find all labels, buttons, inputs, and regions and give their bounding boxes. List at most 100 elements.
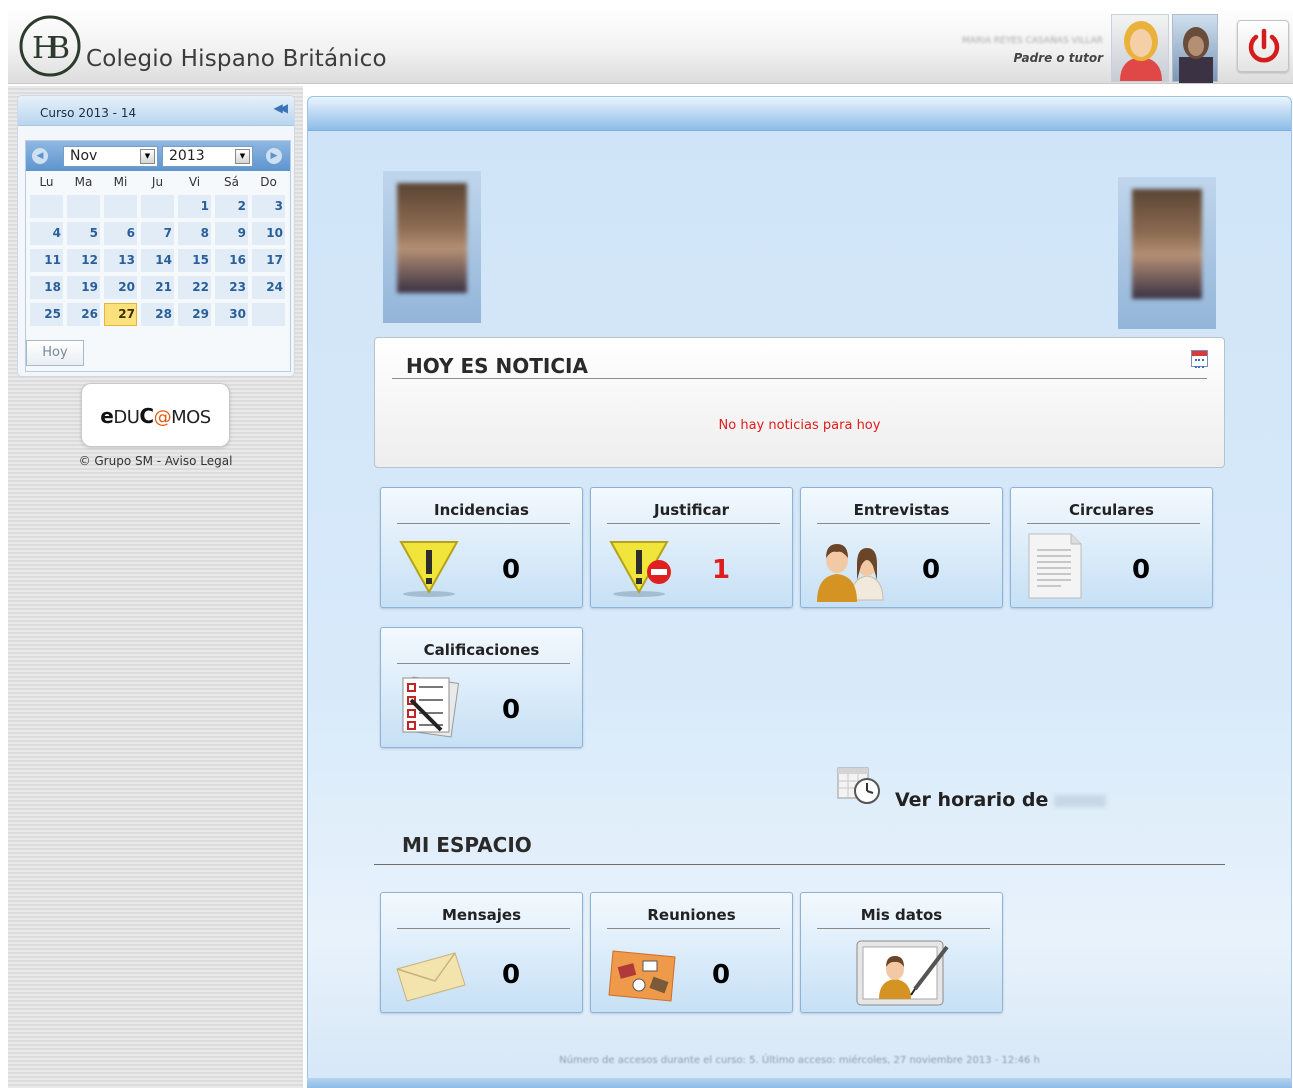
tile-justificar[interactable]: Justificar 1 [590, 487, 793, 608]
day-number: 9 [237, 226, 246, 240]
calendar-day[interactable]: 5 [65, 220, 102, 247]
calendar-day[interactable]: 19 [65, 274, 102, 301]
tile-reuniones[interactable]: Reuniones 0 [590, 892, 793, 1013]
day-number: 17 [266, 253, 283, 267]
calendar-grid: Lu Ma Mi Ju Vi Sá Do 1 2 3 4 5 6 7 8 9 10 11 12 13 14 15 16 17 1… [26, 171, 290, 328]
calendar-day[interactable]: 4 [28, 220, 65, 247]
day-number: 29 [192, 307, 209, 321]
calendar-day[interactable]: 3 [250, 193, 287, 220]
school-name: Colegio Hispano Británico [86, 46, 387, 72]
logout-button[interactable] [1237, 20, 1289, 72]
calendar-day[interactable]: 1 [176, 193, 213, 220]
student-face [397, 183, 467, 293]
double-chevron-left-icon[interactable]: ◀◀ [274, 101, 289, 115]
next-month-icon[interactable]: ▶ [266, 148, 282, 164]
educamos-logo[interactable]: eDUC@MOS [81, 383, 230, 447]
legal-link[interactable]: © Grupo SM - Aviso Legal [8, 454, 303, 468]
main-header-bar [308, 97, 1291, 131]
student-photo-1[interactable] [383, 171, 481, 323]
weekday-header: Lu [39, 175, 54, 189]
course-label: Curso 2013 - 14 [40, 106, 137, 120]
prev-month-icon[interactable]: ◀ [32, 148, 48, 164]
tile-entrevistas[interactable]: Entrevistas 0 [800, 487, 1003, 608]
my-space-title: MI ESPACIO [402, 833, 532, 857]
brand-part: e [100, 404, 114, 428]
brand-part: MOS [171, 407, 211, 428]
calendar-empty-cell [250, 301, 287, 328]
calendar-day[interactable]: 7 [139, 220, 176, 247]
user-name: MARIA REYES CASAÑAS VILLAR [962, 36, 1103, 46]
calendar-day[interactable]: 29 [176, 301, 213, 328]
tile-label: Mis datos [860, 906, 943, 924]
brand-part: C [139, 404, 154, 428]
tile-count: 0 [501, 555, 521, 585]
month-value: Nov [70, 148, 98, 164]
calendar-day[interactable]: 20 [102, 274, 139, 301]
schedule-label[interactable]: Ver horario de [895, 789, 1107, 811]
weekday-header: Sá [224, 175, 239, 189]
chevron-down-icon: ▼ [235, 149, 250, 164]
calendar-day[interactable]: 21 [139, 274, 176, 301]
calendar-day[interactable]: 27 [102, 301, 139, 328]
news-title: HOY ES NOTICIA [406, 354, 588, 378]
tile-label: Circulares [1069, 501, 1154, 519]
weekday-header: Do [260, 175, 277, 189]
day-number: 11 [44, 253, 61, 267]
month-select[interactable]: Nov ▼ [63, 146, 158, 167]
day-number: 8 [200, 226, 209, 240]
calendar-day[interactable]: 12 [65, 247, 102, 274]
year-select[interactable]: 2013 ▼ [162, 146, 253, 167]
day-number: 24 [266, 280, 283, 294]
school-logo: H B [19, 15, 81, 77]
bottom-bar [307, 1078, 1292, 1088]
day-number: 7 [163, 226, 172, 240]
calendar-day[interactable]: 16 [213, 247, 250, 274]
student-photo-2[interactable] [1118, 177, 1216, 329]
news-empty-message: No hay noticias para hoy [718, 418, 881, 433]
parent-avatar[interactable] [1111, 14, 1169, 82]
calendar-day[interactable]: 10 [250, 220, 287, 247]
calendar-day[interactable]: 23 [213, 274, 250, 301]
course-panel: Curso 2013 - 14 ◀◀ ◀ Nov ▼ 2013 ▼ ▶ Lu Ma… [17, 95, 295, 377]
mini-calendar: ◀ Nov ▼ 2013 ▼ ▶ Lu Ma Mi Ju Vi Sá Do 1 2 3 4 5 6 7 8 9… [25, 140, 291, 372]
calendar-day[interactable]: 24 [250, 274, 287, 301]
calendar-day[interactable]: 18 [28, 274, 65, 301]
news-box: HOY ES NOTICIA No hay noticias para hoy [374, 337, 1225, 468]
day-number: 2 [237, 199, 246, 213]
calendar-day[interactable]: 6 [102, 220, 139, 247]
today-button[interactable]: Hoy [26, 340, 84, 366]
calendar-day[interactable]: 28 [139, 301, 176, 328]
calendar-day[interactable]: 25 [28, 301, 65, 328]
calendar-day[interactable]: 14 [139, 247, 176, 274]
warning-blocked-icon [609, 541, 671, 597]
tile-mensajes[interactable]: Mensajes 0 [380, 892, 583, 1013]
divider [817, 928, 990, 929]
calendar-day[interactable]: 11 [28, 247, 65, 274]
calendar-day[interactable]: 9 [213, 220, 250, 247]
day-cell-bg [252, 303, 285, 326]
day-number: 19 [81, 280, 98, 294]
grades-checklist-icon [402, 676, 460, 738]
weekday-header: Vi [188, 175, 201, 189]
calendar-day[interactable]: 22 [176, 274, 213, 301]
day-number: 20 [118, 280, 135, 294]
tile-incidencias[interactable]: Incidencias 0 [380, 487, 583, 608]
student-avatar[interactable] [1172, 14, 1218, 83]
calendar-day[interactable]: 26 [65, 301, 102, 328]
tile-mis-datos[interactable]: Mis datos [800, 892, 1003, 1013]
tile-calificaciones[interactable]: Calificaciones 0 [380, 627, 583, 748]
calendar-day[interactable]: 8 [176, 220, 213, 247]
day-number: 16 [229, 253, 246, 267]
calendar-day[interactable]: 30 [213, 301, 250, 328]
calendar-day[interactable]: 13 [102, 247, 139, 274]
calendar-empty-cell [139, 193, 176, 220]
day-number: 26 [81, 307, 98, 321]
tile-circulares[interactable]: Circulares 0 [1010, 487, 1213, 608]
calendar-icon[interactable] [1191, 350, 1208, 368]
day-cell-bg [141, 195, 174, 218]
tile-label: Calificaciones [423, 641, 540, 659]
brand-part: @ [153, 407, 172, 428]
calendar-day[interactable]: 17 [250, 247, 287, 274]
calendar-day[interactable]: 2 [213, 193, 250, 220]
calendar-day[interactable]: 15 [176, 247, 213, 274]
